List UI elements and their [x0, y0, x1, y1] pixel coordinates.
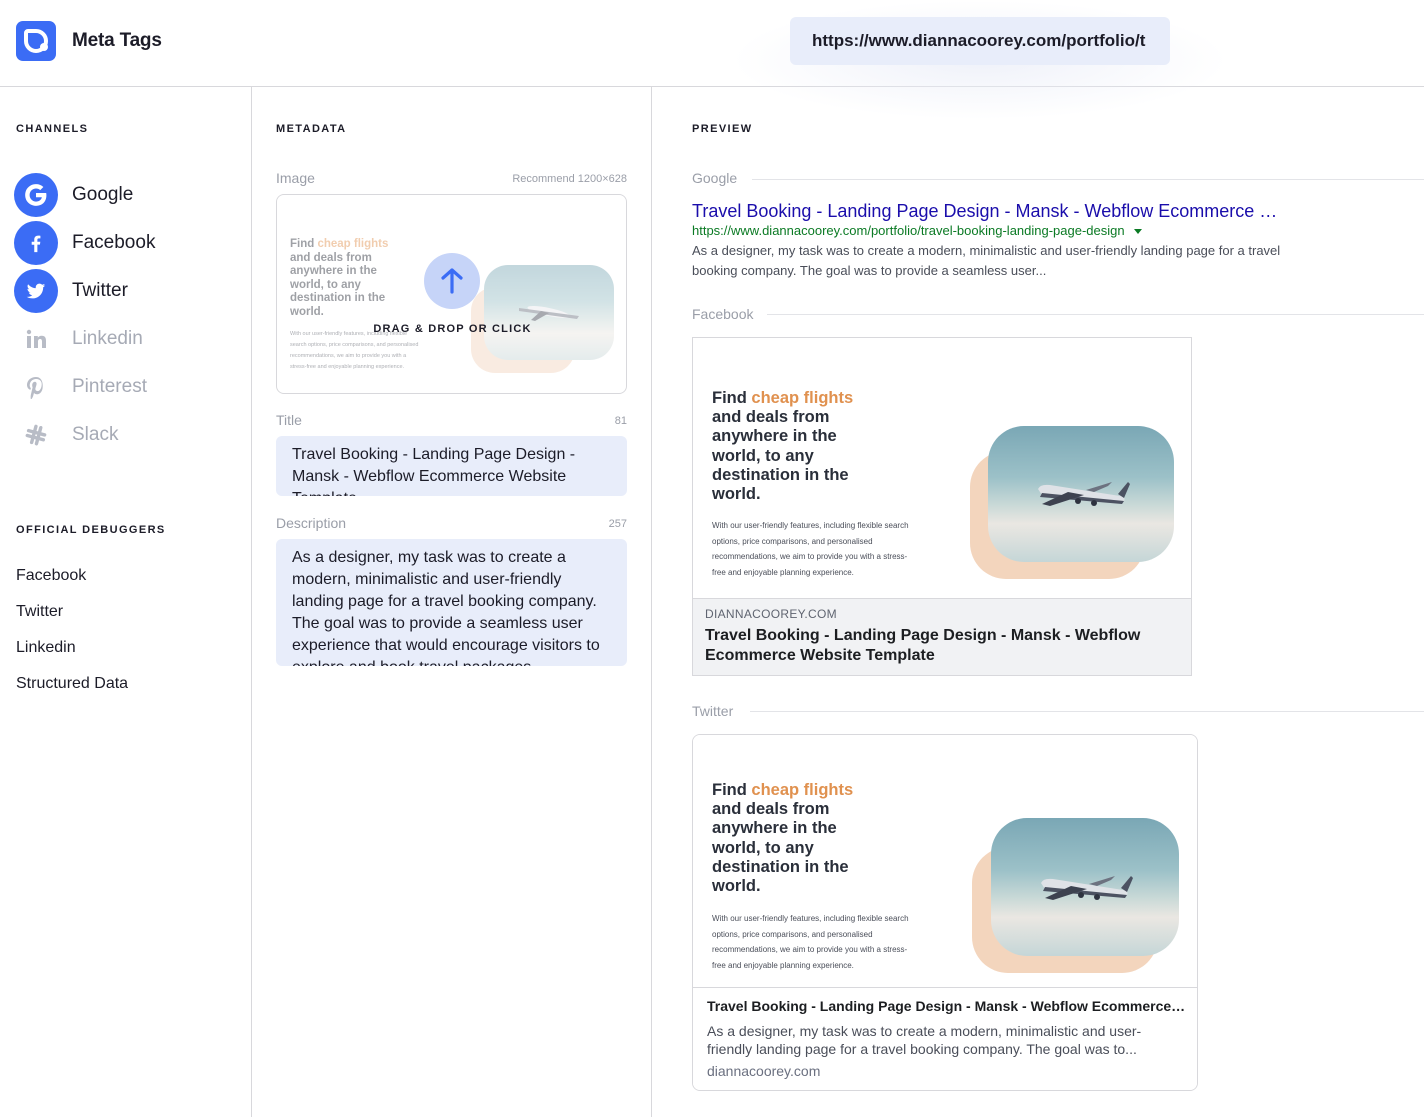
- title-input[interactable]: Travel Booking - Landing Page Design - M…: [276, 436, 627, 496]
- debugger-link-linkedin[interactable]: Linkedin: [16, 639, 76, 657]
- facebook-preview-image: Find cheap flights and deals from anywhe…: [693, 338, 1191, 598]
- twitter-preview-image: Find cheap flights and deals from anywhe…: [693, 735, 1197, 987]
- twitter-preview-title: Travel Booking - Landing Page Design - M…: [707, 998, 1187, 1014]
- channel-label: Linkedin: [72, 328, 143, 349]
- twitter-icon: [14, 269, 58, 313]
- description-input[interactable]: As a designer, my task was to create a m…: [276, 539, 627, 666]
- channel-linkedin[interactable]: Linkedin: [14, 317, 234, 361]
- description-label: Description: [276, 515, 347, 531]
- google-preview-label: Google: [692, 170, 738, 186]
- drag-drop-text: DRAG & DROP OR CLICK: [373, 323, 532, 335]
- debugger-link-twitter[interactable]: Twitter: [16, 603, 63, 621]
- twitter-preview-domain: diannacoorey.com: [707, 1063, 821, 1079]
- url-input[interactable]: [790, 17, 1170, 65]
- facebook-icon: [14, 221, 58, 265]
- brand-name: Meta Tags: [72, 30, 162, 51]
- app-header: Meta Tags: [0, 0, 1424, 120]
- channel-facebook[interactable]: Facebook: [14, 221, 234, 265]
- section-divider: [750, 711, 1424, 712]
- facebook-preview-domain: DIANNACOOREY.COM: [705, 607, 837, 621]
- channel-label: Google: [72, 184, 134, 205]
- google-result-description: As a designer, my task was to create a m…: [692, 243, 1281, 278]
- debugger-link-facebook[interactable]: Facebook: [16, 567, 86, 585]
- section-divider: [752, 179, 1424, 180]
- title-label: Title: [276, 412, 302, 428]
- slack-icon: [14, 413, 58, 457]
- facebook-preview-footer: DIANNACOOREY.COM Travel Booking - Landin…: [693, 598, 1191, 675]
- channel-slack[interactable]: Slack: [14, 413, 234, 457]
- description-char-count: 257: [608, 518, 627, 530]
- title-char-count: 81: [614, 415, 627, 427]
- twitter-preview-label: Twitter: [692, 703, 734, 719]
- image-size-hint: Recommend 1200×628: [512, 173, 627, 185]
- google-icon: [14, 173, 58, 217]
- upload-button[interactable]: [424, 253, 480, 309]
- official-debuggers-heading: OFFICIAL DEBUGGERS: [16, 524, 166, 536]
- meta-tags-logo-icon[interactable]: [16, 21, 56, 61]
- channel-twitter[interactable]: Twitter: [14, 269, 234, 313]
- image-label: Image: [276, 170, 315, 186]
- channels-heading: CHANNELS: [16, 123, 89, 135]
- google-result-url: https://www.diannacoorey.com/portfolio/t…: [692, 223, 1143, 238]
- facebook-preview-label: Facebook: [692, 306, 754, 322]
- twitter-preview-card[interactable]: Find cheap flights and deals from anywhe…: [692, 734, 1198, 1091]
- pinterest-icon: [14, 365, 58, 409]
- facebook-preview-title: Travel Booking - Landing Page Design - M…: [705, 627, 1141, 664]
- channel-google[interactable]: Google: [14, 173, 234, 217]
- debugger-link-structured-data[interactable]: Structured Data: [16, 675, 128, 693]
- image-drop-zone[interactable]: Find cheap flights and deals from anywhe…: [276, 194, 627, 394]
- caret-down-icon[interactable]: [1134, 229, 1143, 235]
- column-divider: [651, 87, 652, 1117]
- column-divider: [251, 87, 252, 1117]
- google-result-title[interactable]: Travel Booking - Landing Page Design - M…: [692, 201, 1277, 222]
- metadata-heading: METADATA: [276, 123, 347, 135]
- channel-label: Twitter: [72, 280, 128, 301]
- channel-label: Slack: [72, 424, 119, 445]
- facebook-preview-card[interactable]: Find cheap flights and deals from anywhe…: [692, 337, 1192, 676]
- section-divider: [767, 314, 1424, 315]
- twitter-preview-description: As a designer, my task was to create a m…: [707, 1023, 1142, 1057]
- preview-heading: PREVIEW: [692, 123, 753, 135]
- linkedin-icon: [14, 317, 58, 361]
- channel-label: Pinterest: [72, 376, 147, 397]
- channel-label: Facebook: [72, 232, 156, 253]
- arrow-up-icon: [441, 268, 463, 294]
- twitter-preview-footer: Travel Booking - Landing Page Design - M…: [693, 987, 1197, 1090]
- channel-pinterest[interactable]: Pinterest: [14, 365, 234, 409]
